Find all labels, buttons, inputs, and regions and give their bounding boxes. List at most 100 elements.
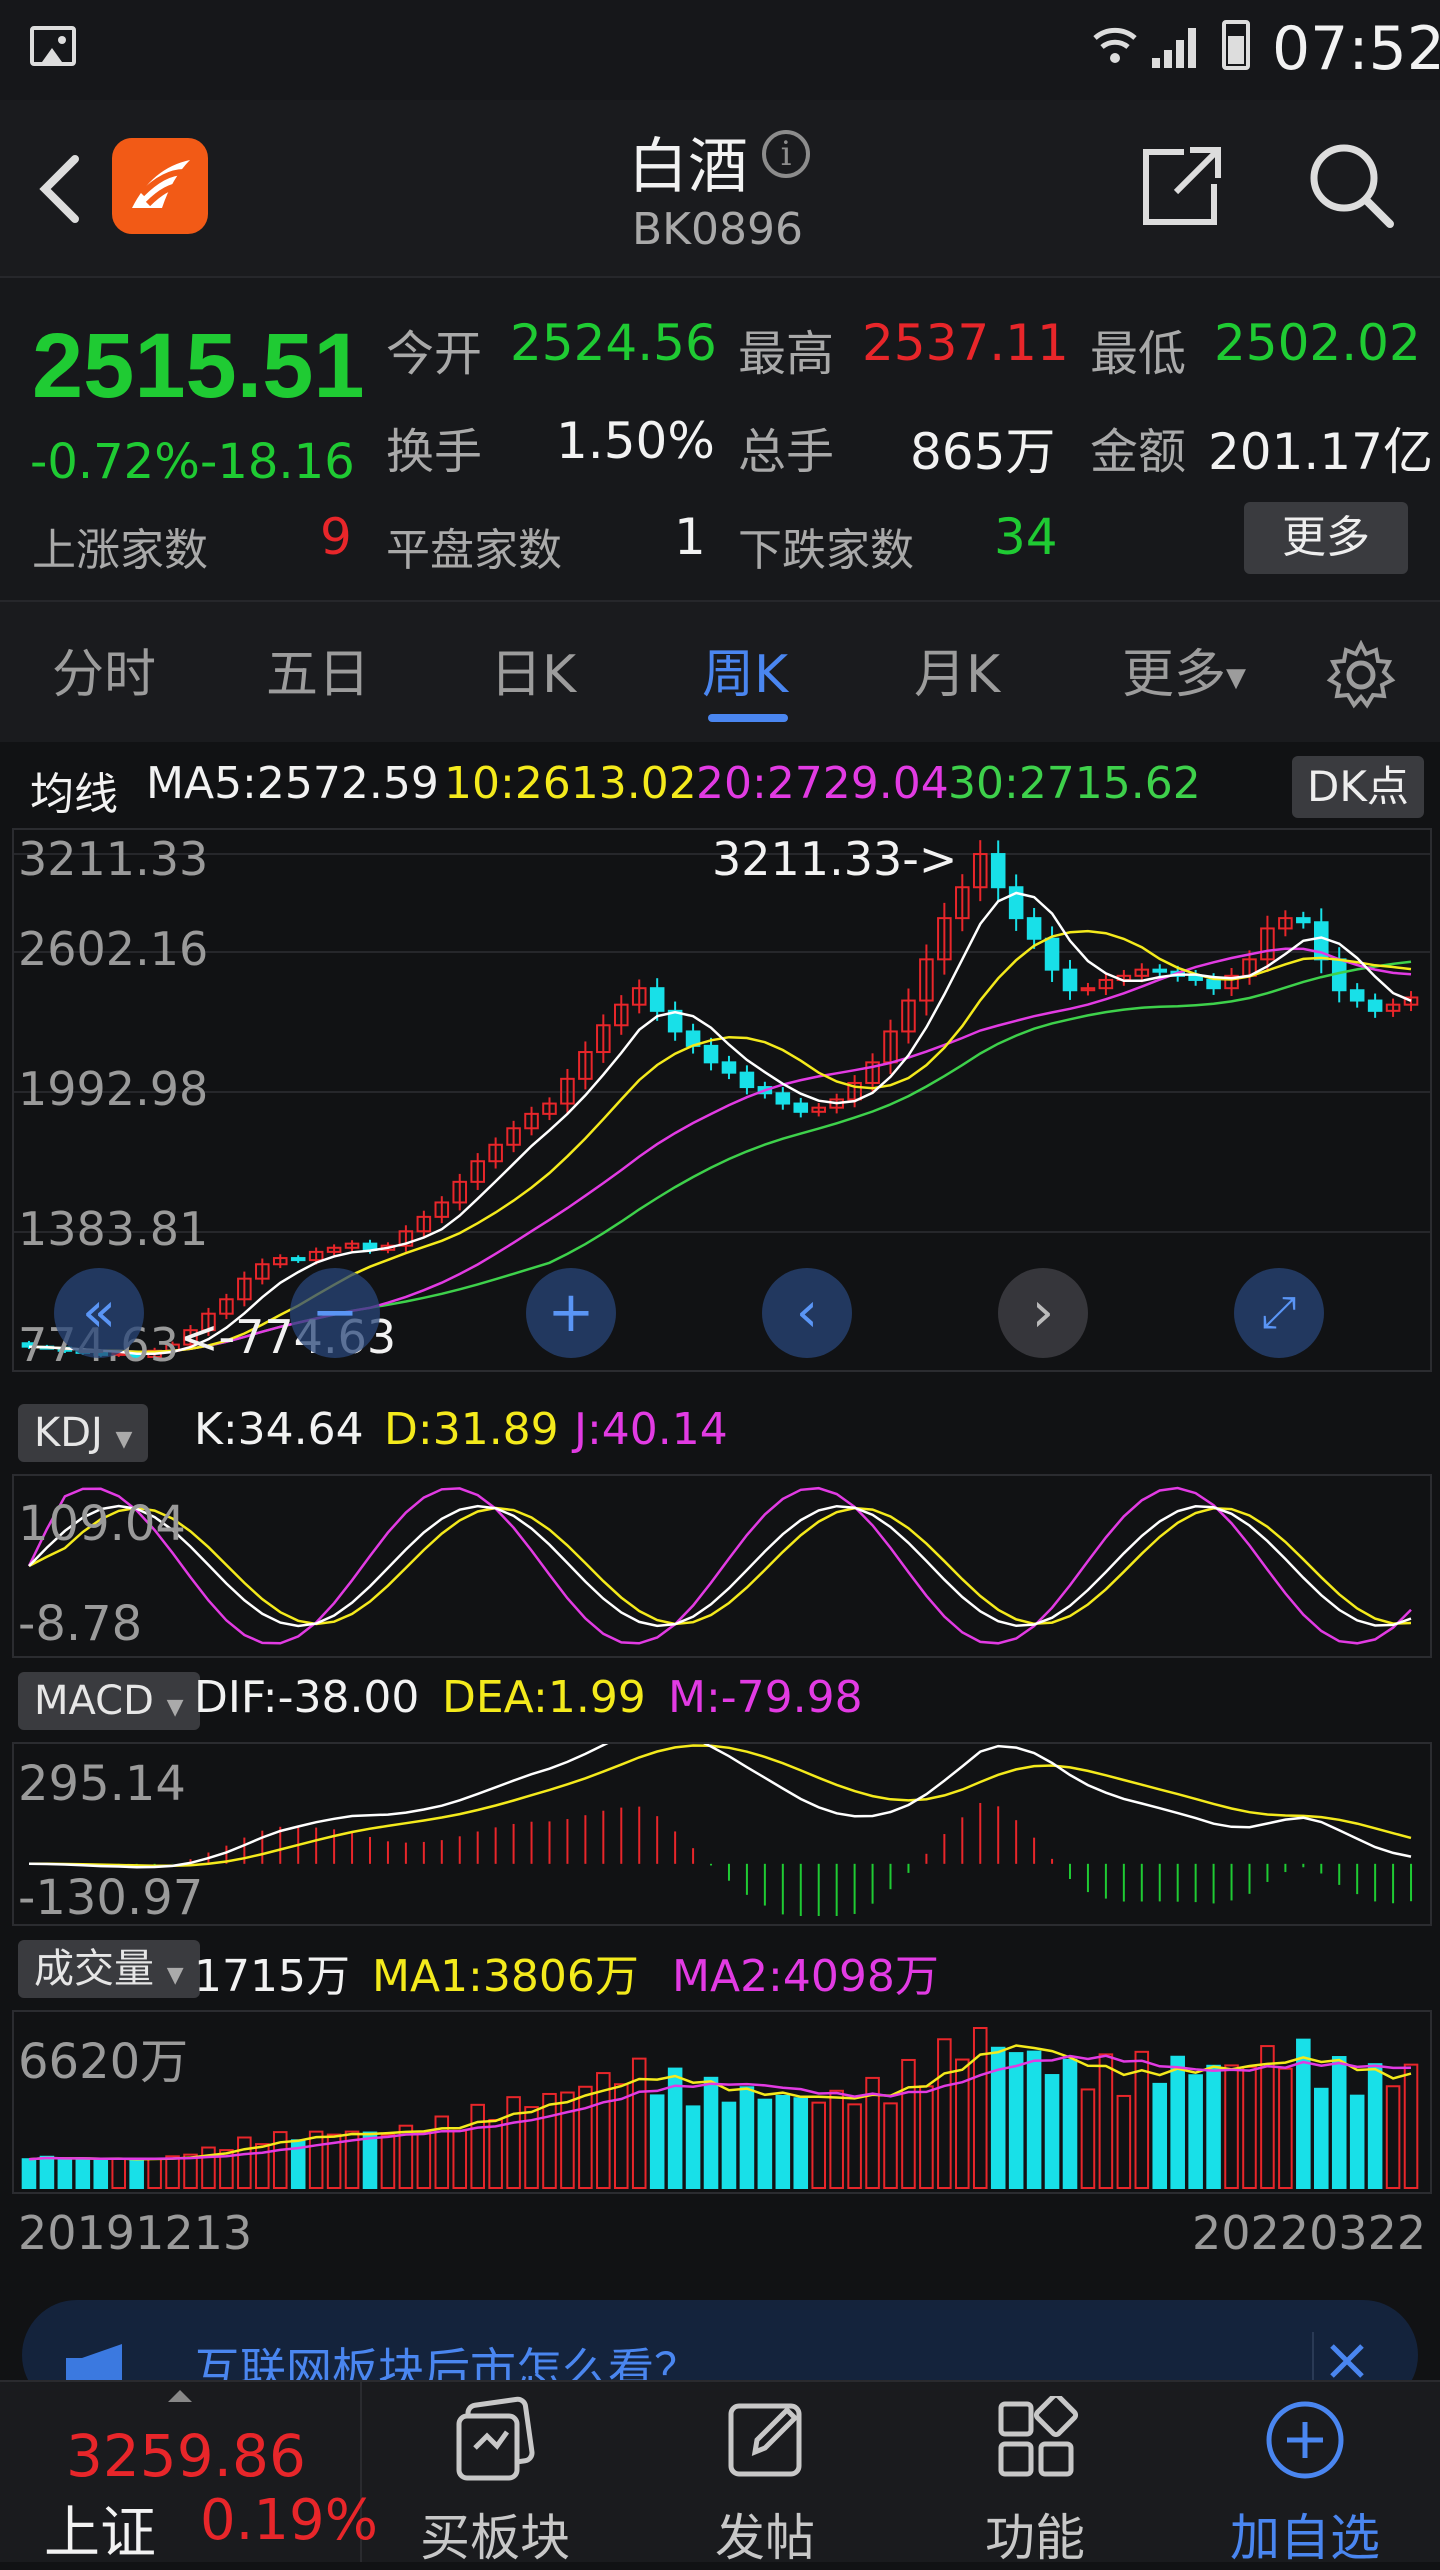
ma5-line [28,891,1412,1355]
tab-five-day[interactable]: 五日 [266,632,370,707]
volume-bar [416,2131,432,2189]
volume-bar [308,2130,324,2189]
volume-bar [1314,2087,1329,2189]
volume-bar [1278,2067,1293,2189]
candle-body [1367,999,1383,1012]
volume-bar [1349,2094,1365,2189]
candle-body [990,853,1006,889]
volume-bar [201,2146,216,2190]
volume-bar [1224,2064,1239,2190]
tab-more[interactable]: 更多▼ [1122,632,1246,707]
info-icon[interactable]: i [762,130,810,178]
volume-value: 1715万 [194,1951,350,2002]
scroll-left-button[interactable]: ‹ [762,1268,852,1358]
search-icon[interactable] [1306,140,1396,234]
candle-body [1152,968,1168,973]
volume-bar [1026,2050,1042,2189]
app-logo-icon [112,138,208,234]
add-watchlist-button[interactable]: 加自选 [1190,2396,1420,2570]
fullscreen-button[interactable]: ⤢ [1234,1268,1324,1358]
volume-bar [237,2136,252,2189]
volume-bar [972,2027,988,2189]
tab-more-label: 更多 [1122,645,1227,705]
tab-intraday[interactable]: 分时 [52,632,156,707]
buy-sector-icon [456,2396,535,2481]
board-code: BK0896 [632,204,804,255]
volume-bar [919,2085,934,2189]
kline-chart [14,840,1430,1360]
functions-button[interactable]: 功能 [920,2392,1150,2570]
macd-y-label-1: -130.97 [18,1870,204,1926]
volume-bar [1385,2085,1401,2189]
kline-y-label-1: 2602.16 [18,922,209,976]
tab-weekly-k[interactable]: 周K [702,632,788,707]
volume-bar [739,2086,755,2189]
dk-point-button[interactable]: DK点 [1292,756,1424,818]
kdj-selector[interactable]: KDJ ▼ [18,1404,149,1462]
ma10-line [28,929,1412,1354]
volume-bar [1403,2063,1419,2189]
tab-monthly-k[interactable]: 月K [914,632,1000,707]
flat-count: 1 [674,508,706,566]
kline-y-label-2: 1992.98 [18,1062,209,1116]
tab-daily-k[interactable]: 日K [490,632,576,707]
volume-label: 总手 [738,424,835,480]
kdj-chart [27,1486,1412,1645]
zoom-out-button[interactable]: − [290,1268,380,1358]
kline-panel[interactable]: 3211.33 2602.16 1992.98 1383.81 774.63 3… [12,828,1432,1372]
zoom-in-button[interactable]: + [526,1268,616,1358]
volume-bar [1152,2082,1168,2189]
volume-bar [901,2058,916,2189]
volume-bar [39,2155,55,2189]
volume-bar [829,2089,844,2189]
chart-area: 均线 MA5:2572.59 10:2613.02 20:2729.04 30:… [0,744,1440,2284]
status-bar: 07:52 [0,0,1440,100]
volume-bar [847,2103,862,2189]
kdj-y-label-1: -8.78 [18,1596,143,1652]
flat-count-label: 平盘家数 [386,525,562,576]
volume-bar [272,2131,288,2189]
candle-body [1349,989,1365,1002]
settings-gear-icon[interactable] [1326,639,1396,714]
volume-bar [1331,2056,1347,2190]
index-name: 上证 [44,2501,156,2566]
candle-body [1062,968,1078,992]
back-button[interactable] [30,144,90,234]
candle-body [721,1061,737,1074]
ma20-value: 20:2729.04 [696,758,949,809]
candle-body [290,1257,306,1262]
candle-body [793,1102,809,1113]
add-circle-icon [1266,2401,1344,2479]
up-count: 9 [320,508,352,566]
post-button[interactable]: 发帖 [650,2396,880,2570]
share-icon[interactable] [1140,142,1222,232]
macd-m-value: M:-79.98 [668,1672,863,1723]
kdj-panel[interactable]: 109.04 -8.78 [12,1474,1432,1658]
more-button[interactable]: 更多 [1244,502,1408,574]
volume-bar [506,2096,521,2189]
index-quote[interactable]: 3259.86 上证 0.19% [0,2382,378,2566]
volume-bar [255,2143,270,2190]
change-pct: -0.72% [30,434,200,490]
volume-selector[interactable]: 成交量 ▼ [18,1940,200,1998]
macd-panel[interactable]: 295.14 -130.97 [12,1742,1432,1926]
volume-bar [649,2094,665,2189]
volume-panel[interactable]: 6620万 [12,2010,1432,2194]
ma20-line [28,947,1412,1354]
turnover-value: 1.50% [556,412,715,470]
scroll-left-far-button[interactable]: « [54,1268,144,1358]
volume-bar [57,2158,73,2190]
macd-selector[interactable]: MACD ▼ [18,1672,200,1730]
volume-bar [380,2133,396,2189]
index-value: 3259.86 [66,2422,306,2490]
current-price: 2515.51 [32,315,365,417]
dropdown-arrow-icon: ▼ [1226,663,1247,693]
volume-bar [757,2098,773,2189]
volume-bar [1206,2064,1221,2189]
scroll-right-button[interactable]: › [998,1268,1088,1358]
grid-icon [998,2392,1079,2477]
end-date: 20220322 [1192,2206,1427,2260]
ma5-value: MA5:2572.59 [146,758,439,809]
buy-sector-button[interactable]: 买板块 [380,2396,610,2570]
volume-bar [111,2157,126,2190]
